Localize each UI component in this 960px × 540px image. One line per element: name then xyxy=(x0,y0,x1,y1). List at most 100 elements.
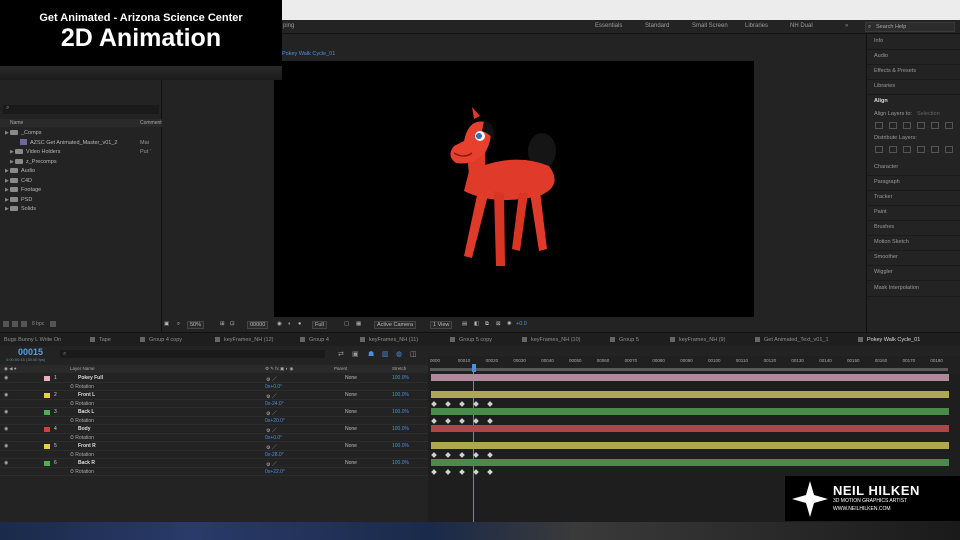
align-button-icon[interactable] xyxy=(917,122,925,129)
timeline-tab[interactable]: Group 5 xyxy=(610,337,639,343)
align-button-icon[interactable] xyxy=(875,122,883,129)
keyframe-diamond[interactable] xyxy=(472,468,479,475)
project-item[interactable]: ▶ Audio xyxy=(0,167,162,176)
keyframe-diamond[interactable] xyxy=(431,451,437,458)
property-row[interactable]: ⏱ Rotation 0x-24.0° xyxy=(0,400,428,408)
keyframe-diamond[interactable] xyxy=(458,451,465,458)
layer-switches[interactable]: ⚙ ／ xyxy=(266,393,277,400)
keyframe-diamond[interactable] xyxy=(472,400,479,407)
timeline-tab[interactable]: keyFrames_NH (9) xyxy=(670,337,725,343)
channel-icon[interactable]: ◐ xyxy=(288,321,291,327)
view-layout-select[interactable]: 1 View xyxy=(430,321,453,329)
grid-icon[interactable]: ⊞ xyxy=(220,321,225,327)
exposure-icon[interactable]: ✺ xyxy=(507,321,512,327)
align-button-icon[interactable] xyxy=(903,146,911,153)
zoom-select[interactable]: 50% xyxy=(187,321,205,329)
panel-brushes[interactable]: Brushes xyxy=(874,224,894,230)
project-item[interactable]: ▶ Solids xyxy=(0,205,162,214)
keyframe-diamond[interactable] xyxy=(486,400,493,407)
transparency-grid-icon[interactable]: ▦ xyxy=(356,321,361,327)
new-comp-icon[interactable] xyxy=(21,321,27,327)
property-row[interactable]: ⏱ Rotation 0x+0.0° xyxy=(0,434,428,442)
panel-paragraph[interactable]: Paragraph xyxy=(874,179,900,185)
layer-switches[interactable]: ⚙ ／ xyxy=(266,444,277,451)
keyframe-diamond[interactable] xyxy=(445,468,451,475)
project-item[interactable]: ▶ Footage xyxy=(0,186,162,195)
draft-3d-icon[interactable]: ▣ xyxy=(352,350,359,358)
keyframe-diamond[interactable] xyxy=(431,400,437,407)
project-item[interactable]: ▶ PSD xyxy=(0,196,162,205)
layer-label-color[interactable] xyxy=(44,376,50,381)
layer-row[interactable]: ◉ 4 Body ⚙ ／ None 100.0% xyxy=(0,425,428,434)
panel-motion-sketch[interactable]: Motion Sketch xyxy=(874,239,909,245)
bit-depth[interactable]: 8 bpc xyxy=(32,321,44,327)
magnify-icon[interactable]: ⌕ xyxy=(177,321,180,328)
layer-duration-bar[interactable] xyxy=(431,408,949,415)
graph-editor-icon[interactable]: ◫ xyxy=(410,350,417,358)
keyframe-diamond[interactable] xyxy=(445,417,451,424)
panel-info[interactable]: Info xyxy=(874,38,883,44)
panel-effects-presets[interactable]: Effects & Presets xyxy=(874,68,916,74)
layer-label-color[interactable] xyxy=(44,444,50,449)
panel-paint[interactable]: Paint xyxy=(874,209,887,215)
panel-align[interactable]: Align xyxy=(874,98,888,104)
project-item[interactable]: ▶ z_Precomps xyxy=(0,158,162,167)
workspace-nh-dual[interactable]: NH Dual xyxy=(790,23,813,29)
keyframe-diamond[interactable] xyxy=(445,400,451,407)
timeline-tab[interactable]: Tape xyxy=(90,337,111,343)
workspace-standard[interactable]: Standard xyxy=(645,23,669,29)
align-button-icon[interactable] xyxy=(917,146,925,153)
panel-smoother[interactable]: Smoother xyxy=(874,254,898,260)
current-time-indicator[interactable] xyxy=(472,364,476,372)
align-to-select[interactable]: Selection xyxy=(917,111,940,117)
motion-blur-icon[interactable]: ◍ xyxy=(396,350,402,358)
property-row[interactable]: ⏱ Rotation 0x+20.0° xyxy=(0,417,428,425)
panel-audio[interactable]: Audio xyxy=(874,53,888,59)
keyframe-diamond[interactable] xyxy=(431,417,437,424)
timeline-timecode[interactable]: 00015 xyxy=(18,347,43,357)
keyframe-diamond[interactable] xyxy=(458,468,465,475)
viewer-timecode[interactable]: 00000 xyxy=(247,321,269,329)
title-safe-icon[interactable]: ⊡ xyxy=(230,321,235,327)
project-search-input[interactable]: ⌕ xyxy=(3,105,159,114)
timeline-tab[interactable]: Pokey Walk Cycle_01 xyxy=(858,337,920,343)
layer-switches[interactable]: ⚙ ／ xyxy=(266,410,277,417)
workspace-essentials[interactable]: Essentials xyxy=(595,23,622,29)
exposure-value[interactable]: +0.0 xyxy=(516,321,527,327)
align-button-icon[interactable] xyxy=(889,122,897,129)
timeline-tab[interactable]: keyFrames_NH (12) xyxy=(215,337,274,343)
keyframe-diamond[interactable] xyxy=(472,417,479,424)
new-folder-icon[interactable] xyxy=(12,321,18,327)
panel-mask-interpolation[interactable]: Mask Interpolation xyxy=(874,285,919,291)
layer-row[interactable]: ◉ 6 Back R ⚙ ／ None 100.0% xyxy=(0,459,428,468)
keyframe-diamond[interactable] xyxy=(445,451,451,458)
column-layer-name[interactable]: Layer Name xyxy=(70,365,95,373)
column-comment[interactable]: Comment xyxy=(140,120,162,126)
shy-icon[interactable]: ☗ xyxy=(368,350,374,358)
project-item[interactable]: ▶ _Comps xyxy=(0,129,162,138)
align-button-icon[interactable] xyxy=(889,146,897,153)
frame-blending-icon[interactable]: ▥ xyxy=(382,350,389,358)
project-item[interactable]: ▶ Video Holders Put ' xyxy=(0,148,162,157)
layer-duration-bar[interactable] xyxy=(431,442,949,449)
timeline-tab[interactable]: Group 5 copy xyxy=(450,337,492,343)
layer-search-input[interactable]: ⌕ xyxy=(60,350,325,358)
timeline-tab[interactable]: Get Animated_Text_v01_1 xyxy=(755,337,829,343)
work-area-bar[interactable] xyxy=(430,368,948,371)
layer-row[interactable]: ◉ 2 Front L ⚙ ／ None 100.0% xyxy=(0,391,428,400)
color-icon[interactable]: ● xyxy=(298,321,301,327)
region-icon[interactable]: ▢ xyxy=(344,321,349,327)
panel-character[interactable]: Character xyxy=(874,164,898,170)
keyframe-diamond[interactable] xyxy=(458,400,465,407)
layer-label-color[interactable] xyxy=(44,393,50,398)
project-item[interactable]: ▶ C4D xyxy=(0,177,162,186)
timeline-icon[interactable]: ⧉ xyxy=(485,321,489,328)
align-button-icon[interactable] xyxy=(931,146,939,153)
align-button-icon[interactable] xyxy=(945,122,953,129)
layer-row[interactable]: ◉ 3 Back L ⚙ ／ None 100.0% xyxy=(0,408,428,417)
timeline-tab[interactable]: keyFrames_NH (10) xyxy=(522,337,581,343)
layer-label-color[interactable] xyxy=(44,427,50,432)
flowchart-icon[interactable]: ⊠ xyxy=(496,321,501,327)
layer-switches[interactable]: ⚙ ／ xyxy=(266,427,277,434)
workspace-small-screen[interactable]: Small Screen xyxy=(692,23,728,29)
